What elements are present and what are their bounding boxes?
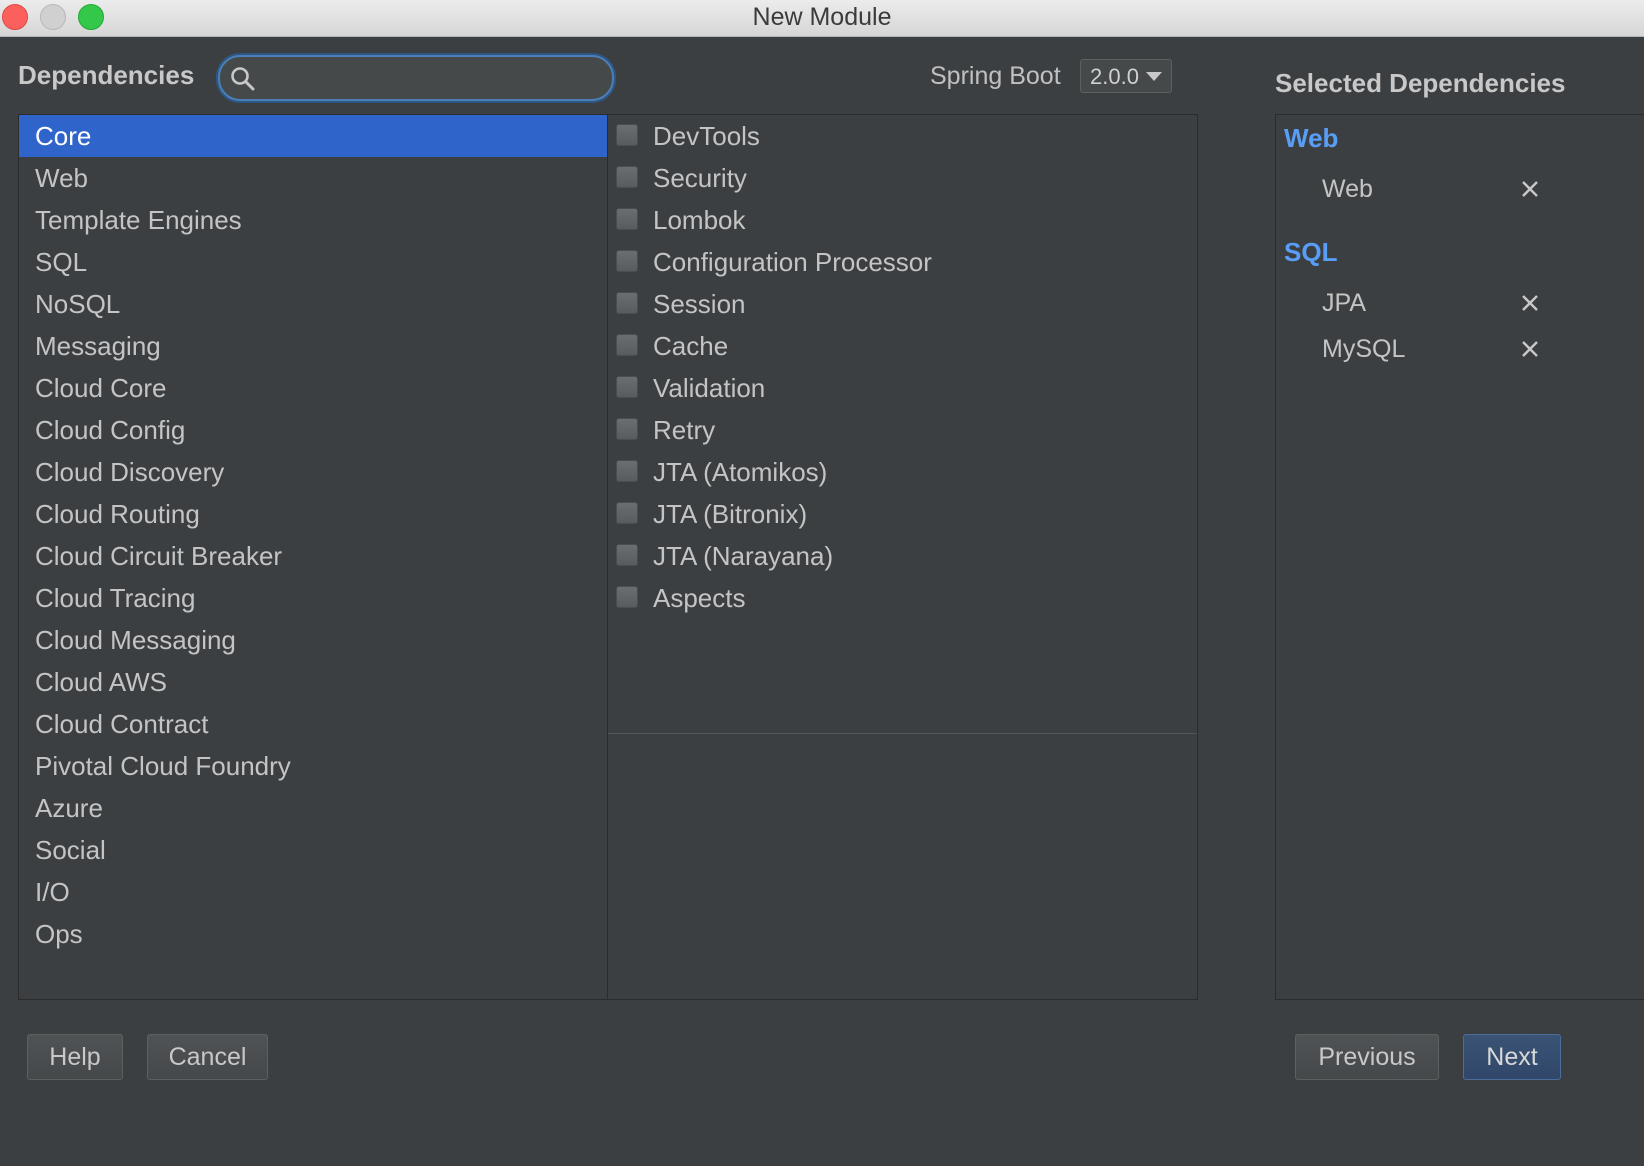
category-item[interactable]: Cloud Config xyxy=(19,409,608,451)
dependency-item[interactable]: DevTools xyxy=(608,115,1197,157)
category-item[interactable]: Web xyxy=(19,157,608,199)
category-item[interactable]: Template Engines xyxy=(19,199,608,241)
search-input[interactable] xyxy=(266,61,600,95)
dependency-item[interactable]: JTA (Atomikos) xyxy=(608,451,1197,493)
dependency-checkbox[interactable] xyxy=(616,418,638,440)
search-icon xyxy=(231,67,255,91)
dependency-item[interactable]: Cache xyxy=(608,325,1197,367)
next-button[interactable]: Next xyxy=(1463,1034,1561,1080)
dependency-checkbox[interactable] xyxy=(616,544,638,566)
title-bar: New Module xyxy=(0,0,1644,37)
chevron-down-icon xyxy=(1146,72,1162,81)
dependency-checkbox[interactable] xyxy=(616,124,638,146)
category-item[interactable]: Messaging xyxy=(19,325,608,367)
selected-dependency-item: JPA xyxy=(1276,283,1644,323)
category-list: Core Web Template Engines SQL NoSQL Messaging… xyxy=(18,114,608,1000)
new-module-dialog: New Module Dependencies Spring Boot 2.0.… xyxy=(0,0,1644,1166)
category-item[interactable]: Cloud Discovery xyxy=(19,451,608,493)
dependency-item[interactable]: Aspects xyxy=(608,577,1197,619)
category-item[interactable]: I/O xyxy=(19,871,608,913)
dependency-checkbox[interactable] xyxy=(616,250,638,272)
selected-dependency-label: JPA xyxy=(1322,289,1366,317)
remove-dependency-icon[interactable] xyxy=(1520,293,1540,313)
dependency-checkbox[interactable] xyxy=(616,376,638,398)
category-item[interactable]: Cloud Messaging xyxy=(19,619,608,661)
selected-dependencies-label: Selected Dependencies xyxy=(1275,68,1566,98)
selected-group-header: SQL xyxy=(1284,237,1338,267)
dependency-checkbox[interactable] xyxy=(616,166,638,188)
selected-dependency-label: Web xyxy=(1322,175,1373,203)
category-item[interactable]: Social xyxy=(19,829,608,871)
selected-dependency-label: MySQL xyxy=(1322,335,1406,363)
dependency-checkbox[interactable] xyxy=(616,292,638,314)
dependency-item[interactable]: Retry xyxy=(608,409,1197,451)
dependency-label: Session xyxy=(653,289,746,319)
dependency-checkbox[interactable] xyxy=(616,460,638,482)
window-title: New Module xyxy=(752,3,892,31)
dependency-item[interactable]: Lombok xyxy=(608,199,1197,241)
dependency-label: JTA (Narayana) xyxy=(653,541,834,571)
dependency-item[interactable]: Configuration Processor xyxy=(608,241,1197,283)
spring-boot-version-value: 2.0.0 xyxy=(1090,64,1139,89)
dependency-label: Security xyxy=(653,163,747,193)
selected-dependency-item: Web xyxy=(1276,169,1644,209)
dependency-item[interactable]: Validation xyxy=(608,367,1197,409)
dependency-label: JTA (Atomikos) xyxy=(653,457,828,487)
search-field[interactable] xyxy=(218,55,614,101)
previous-button[interactable]: Previous xyxy=(1295,1034,1439,1080)
dependency-item[interactable]: Security xyxy=(608,157,1197,199)
dependency-checkbox[interactable] xyxy=(616,586,638,608)
dependency-checkbox[interactable] xyxy=(616,334,638,356)
dependency-checkbox[interactable] xyxy=(616,208,638,230)
description-divider xyxy=(608,733,1197,734)
selected-dependencies-list: Web Web SQL JPA MySQL xyxy=(1275,114,1644,1000)
spring-boot-label: Spring Boot xyxy=(930,62,1061,90)
category-item[interactable]: Ops xyxy=(19,913,608,955)
dependency-label: DevTools xyxy=(653,121,760,151)
category-item[interactable]: Cloud Circuit Breaker xyxy=(19,535,608,577)
selected-dependency-item: MySQL xyxy=(1276,329,1644,369)
spring-boot-version-select[interactable]: 2.0.0 xyxy=(1080,59,1172,93)
remove-dependency-icon[interactable] xyxy=(1520,179,1540,199)
dependencies-label: Dependencies xyxy=(18,60,195,90)
dependency-label: JTA (Bitronix) xyxy=(653,499,808,529)
category-item[interactable]: Cloud Routing xyxy=(19,493,608,535)
selected-group-header: Web xyxy=(1284,123,1339,153)
category-item[interactable]: Azure xyxy=(19,787,608,829)
dependency-label: Retry xyxy=(653,415,716,445)
category-item[interactable]: NoSQL xyxy=(19,283,608,325)
dependency-item[interactable]: Session xyxy=(608,283,1197,325)
cancel-button[interactable]: Cancel xyxy=(147,1034,268,1080)
category-item[interactable]: SQL xyxy=(19,241,608,283)
category-item[interactable]: Cloud AWS xyxy=(19,661,608,703)
category-item[interactable]: Pivotal Cloud Foundry xyxy=(19,745,608,787)
dependency-item[interactable]: JTA (Bitronix) xyxy=(608,493,1197,535)
remove-dependency-icon[interactable] xyxy=(1520,339,1540,359)
category-item[interactable]: Core xyxy=(19,115,608,157)
dependency-label: Lombok xyxy=(653,205,746,235)
dependency-label: Configuration Processor xyxy=(653,247,932,277)
help-button[interactable]: Help xyxy=(27,1034,123,1080)
dependency-label: Cache xyxy=(653,331,729,361)
dependency-label: Validation xyxy=(653,373,766,403)
dependency-checkbox[interactable] xyxy=(616,502,638,524)
category-item[interactable]: Cloud Core xyxy=(19,367,608,409)
dependency-label: Aspects xyxy=(653,583,746,613)
dependency-list: DevTools Security Lombok Configuration Proc… xyxy=(607,114,1198,1000)
category-item[interactable]: Cloud Tracing xyxy=(19,577,608,619)
dependency-item[interactable]: JTA (Narayana) xyxy=(608,535,1197,577)
category-item[interactable]: Cloud Contract xyxy=(19,703,608,745)
